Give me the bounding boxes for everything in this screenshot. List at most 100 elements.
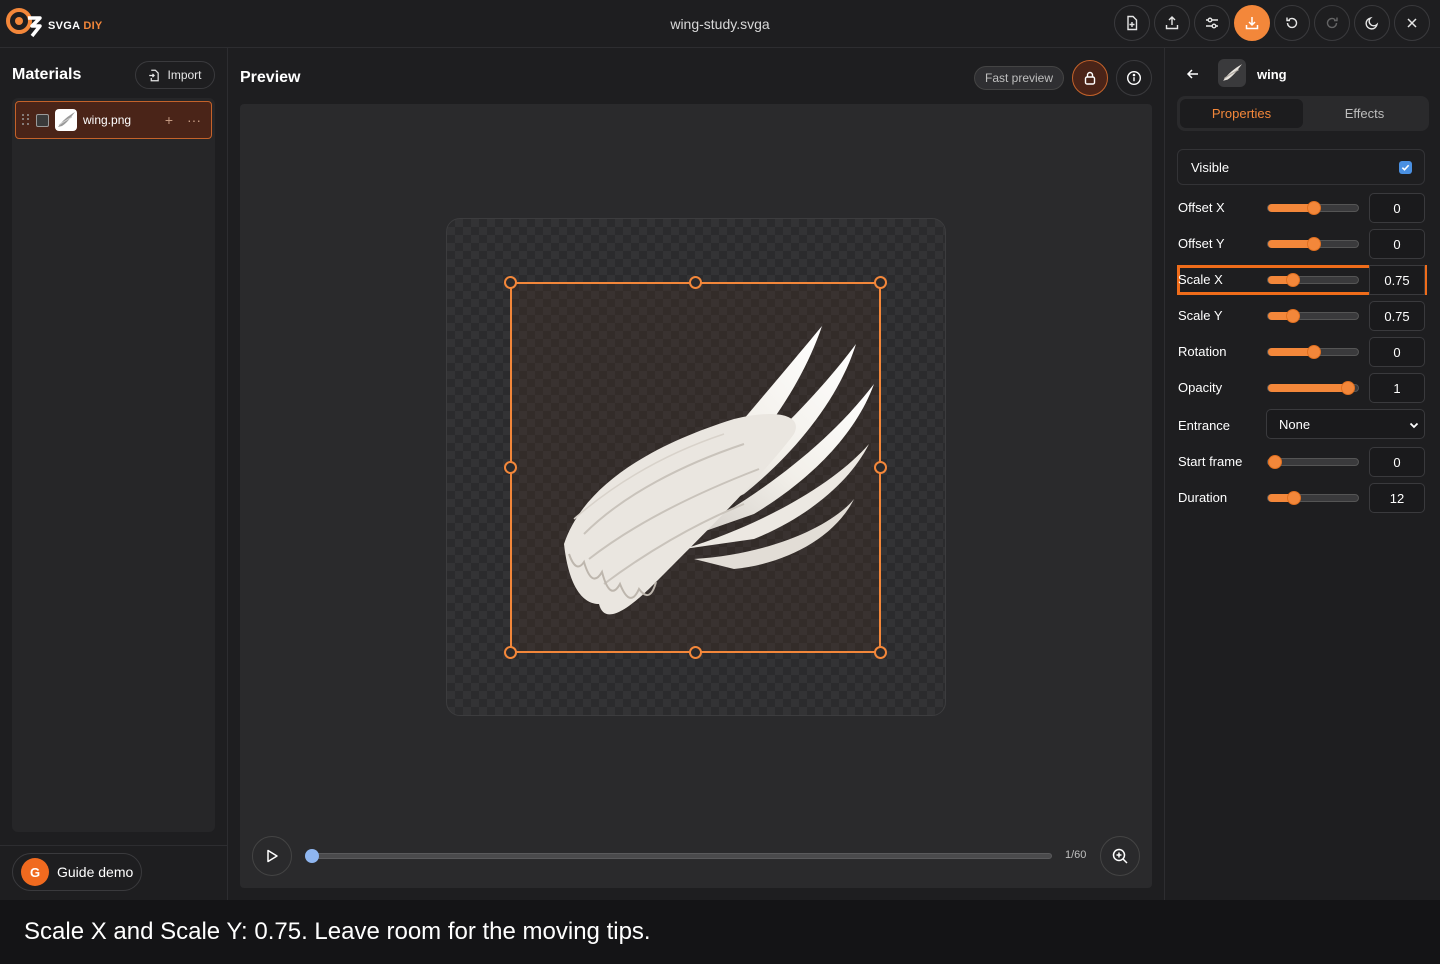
divider — [0, 845, 228, 846]
toolbar — [1114, 5, 1430, 41]
wing-sprite[interactable] — [544, 304, 874, 624]
wing-thumbnail-icon — [1223, 64, 1242, 81]
resize-handle-e[interactable] — [874, 461, 887, 474]
property-offset-y: Offset Y 0 — [1177, 229, 1425, 259]
chevron-down-icon — [1409, 422, 1419, 429]
resize-handle-s[interactable] — [689, 646, 702, 659]
drag-handle-icon[interactable] — [22, 114, 30, 126]
material-name: wing.png — [83, 113, 132, 127]
close-icon — [1407, 18, 1417, 28]
selection-box[interactable] — [510, 282, 881, 653]
close-button[interactable] — [1394, 5, 1430, 41]
property-value-input[interactable]: 0.75 — [1369, 265, 1425, 295]
new-file-button[interactable] — [1114, 5, 1150, 41]
property-slider[interactable] — [1267, 237, 1359, 251]
material-checkbox[interactable] — [36, 113, 49, 127]
resize-handle-w[interactable] — [504, 461, 517, 474]
back-arrow-icon[interactable] — [1185, 66, 1201, 82]
layer-thumbnail — [1218, 59, 1246, 87]
guide-demo-button[interactable]: G Guide demo — [12, 853, 142, 891]
redo-icon — [1326, 17, 1338, 29]
entrance-select[interactable]: None — [1266, 409, 1425, 439]
guide-label: Guide demo — [57, 864, 134, 880]
property-slider[interactable] — [1267, 309, 1359, 323]
property-slider[interactable] — [1267, 491, 1359, 505]
property-label: Offset X — [1178, 200, 1225, 215]
properties-panel: wing Properties Effects Visible Offset X… — [1164, 48, 1440, 900]
property-value-input[interactable]: 0 — [1369, 447, 1425, 477]
lock-button[interactable] — [1072, 60, 1108, 96]
frame-counter: 1/60 — [1065, 849, 1087, 861]
export-button[interactable] — [1154, 5, 1190, 41]
visible-checkbox[interactable] — [1399, 161, 1412, 174]
property-slider[interactable] — [1267, 345, 1359, 359]
property-tabs: Properties Effects — [1177, 96, 1429, 131]
property-slider[interactable] — [1267, 381, 1359, 395]
redo-button[interactable] — [1314, 5, 1350, 41]
transparent-canvas[interactable] — [446, 218, 946, 716]
property-scale-y: Scale Y 0.75 — [1177, 301, 1425, 331]
undo-button[interactable] — [1274, 5, 1310, 41]
theme-button[interactable] — [1354, 5, 1390, 41]
property-label: Rotation — [1178, 344, 1227, 359]
materials-list: wing.png + ··· — [12, 98, 215, 832]
property-rotation: Rotation 0 — [1177, 337, 1425, 367]
top-bar: SVGA DIY wing-study.svga — [0, 0, 1440, 48]
preview-stage — [240, 104, 1152, 888]
materials-title: Materials — [12, 66, 82, 83]
info-icon — [1126, 70, 1142, 86]
property-label: Offset Y — [1178, 236, 1225, 251]
property-slider[interactable] — [1267, 455, 1359, 469]
entrance-selected-value: None — [1279, 416, 1311, 432]
property-value-input[interactable]: 1 — [1369, 373, 1425, 403]
property-scale-x: Scale X 0.75 — [1177, 265, 1427, 295]
property-label: Scale X — [1178, 272, 1223, 287]
property-opacity: Opacity 1 — [1177, 373, 1425, 403]
play-icon — [267, 849, 278, 863]
zoom-in-icon — [1112, 848, 1128, 864]
download-button[interactable] — [1234, 5, 1270, 41]
moon-icon — [1365, 16, 1379, 30]
add-to-stage-icon[interactable]: + — [165, 112, 173, 128]
wing-thumbnail-icon — [58, 112, 75, 127]
property-value-input[interactable]: 0 — [1369, 337, 1425, 367]
property-slider[interactable] — [1267, 201, 1359, 215]
fast-preview-button[interactable]: Fast preview — [974, 66, 1064, 90]
layer-name: wing — [1257, 67, 1287, 82]
resize-handle-n[interactable] — [689, 276, 702, 289]
play-button[interactable] — [252, 836, 292, 876]
property-label: Opacity — [1178, 380, 1223, 395]
resize-handle-nw[interactable] — [504, 276, 517, 289]
property-slider[interactable] — [1267, 273, 1359, 287]
timeline-track[interactable] — [312, 853, 1052, 859]
property-offset-x: Offset X 0 — [1177, 193, 1425, 223]
resize-handle-ne[interactable] — [874, 276, 887, 289]
logo-text: SVGA DIY — [48, 20, 103, 32]
tab-effects[interactable]: Effects — [1303, 99, 1426, 128]
property-value-input[interactable]: 0 — [1369, 193, 1425, 223]
app-logo: SVGA DIY — [6, 8, 103, 38]
more-options-icon[interactable]: ··· — [187, 112, 201, 128]
property-entrance: Entrance None — [1177, 409, 1425, 441]
property-value-input[interactable]: 0 — [1369, 229, 1425, 259]
property-value-input[interactable]: 12 — [1369, 483, 1425, 513]
property-value-input[interactable]: 0.75 — [1369, 301, 1425, 331]
timeline-scrubber[interactable] — [305, 849, 319, 863]
guide-avatar: G — [21, 858, 49, 886]
material-item[interactable]: wing.png + ··· — [15, 101, 212, 139]
zoom-button[interactable] — [1100, 836, 1140, 876]
upload-icon — [1165, 16, 1179, 30]
sliders-icon — [1206, 17, 1218, 29]
property-label: Scale Y — [1178, 308, 1223, 323]
download-icon — [1245, 17, 1259, 30]
resize-handle-sw[interactable] — [504, 646, 517, 659]
file-plus-icon — [1127, 15, 1138, 31]
settings-button[interactable] — [1194, 5, 1230, 41]
material-thumbnail — [55, 109, 77, 131]
material-actions: + ··· — [165, 112, 201, 128]
visible-label: Visible — [1191, 159, 1230, 175]
info-button[interactable] — [1116, 60, 1152, 96]
import-button[interactable]: Import — [135, 61, 215, 89]
tab-properties[interactable]: Properties — [1180, 99, 1303, 128]
resize-handle-se[interactable] — [874, 646, 887, 659]
